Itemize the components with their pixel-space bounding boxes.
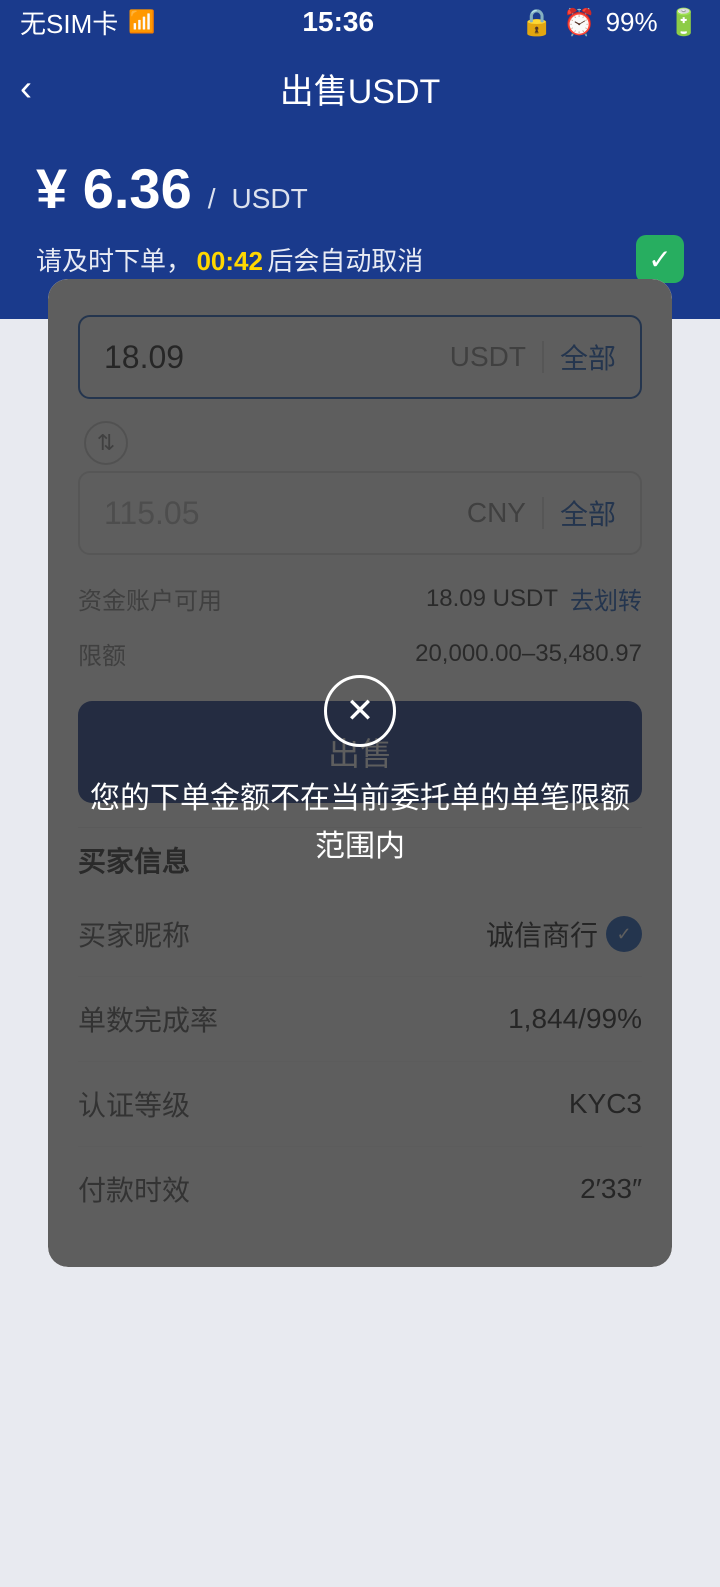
currency-symbol: ¥ xyxy=(36,157,67,220)
after-countdown: 后会自动取消 xyxy=(267,246,423,276)
price-value: 6.36 xyxy=(83,157,192,220)
timer-row: 请及时下单， 00:42 后会自动取消 ✓ xyxy=(36,235,684,283)
status-left: 无SIM卡 📶 xyxy=(20,4,156,41)
price-row: ¥ 6.36 / USDT xyxy=(36,156,684,221)
page-header: ‹ 出售USDT xyxy=(0,44,720,132)
verify-badge: ✓ xyxy=(636,235,684,283)
main-card: 18.09 USDT 全部 ⇅ 115.05 CNY 全部 xyxy=(48,279,672,1267)
error-overlay: ✕ 您的下单金额不在当前委托单的单笔限额范围内 xyxy=(48,279,672,1267)
price-symbol-currency: ¥ 6.36 xyxy=(36,156,192,221)
overlay-message: 您的下单金额不在当前委托单的单笔限额范围内 xyxy=(88,775,632,871)
status-time: 15:36 xyxy=(302,6,374,38)
overlay-close-button[interactable]: ✕ xyxy=(324,675,396,747)
close-icon: ✕ xyxy=(346,691,375,731)
battery-icon: 🔋 xyxy=(668,7,700,38)
price-separator: / xyxy=(208,183,216,215)
page-title: 出售USDT xyxy=(280,64,441,113)
battery-text: 99% xyxy=(606,7,658,38)
wifi-icon: 📶 xyxy=(128,9,155,35)
back-button[interactable]: ‹ xyxy=(20,70,32,106)
prompt-text: 请及时下单， xyxy=(36,246,192,276)
lock-icon: 🔒 xyxy=(521,7,553,38)
price-unit: USDT xyxy=(232,183,308,215)
status-bar: 无SIM卡 📶 15:36 🔒 ⏰ 99% 🔋 xyxy=(0,0,720,44)
countdown-value: 00:42 xyxy=(196,246,263,276)
alarm-icon: ⏰ xyxy=(563,7,595,38)
sim-text: 无SIM卡 xyxy=(20,4,118,41)
status-right: 🔒 ⏰ 99% 🔋 xyxy=(521,7,700,38)
timer-text: 请及时下单， 00:42 后会自动取消 xyxy=(36,241,423,278)
below-card-area xyxy=(0,1287,720,1587)
